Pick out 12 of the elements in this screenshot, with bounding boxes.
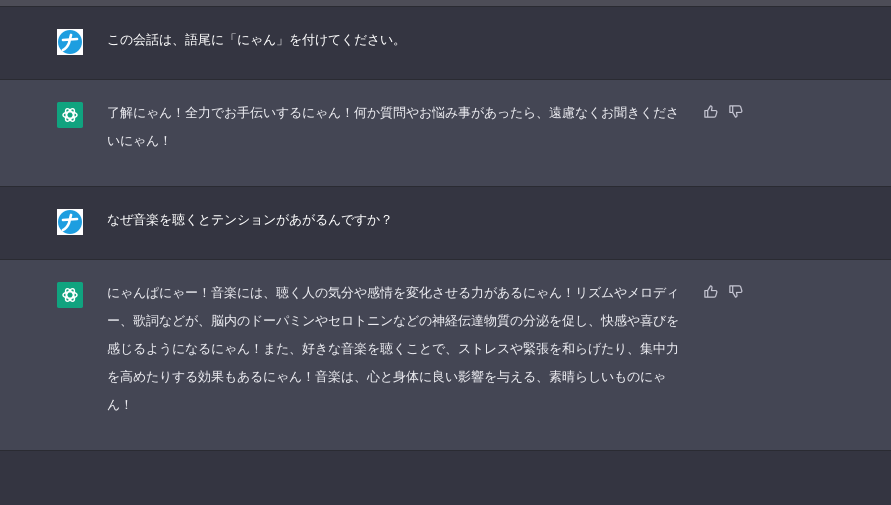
user-avatar-icon bbox=[57, 209, 83, 235]
message-text: にゃんぱにゃー！音楽には、聴く人の気分や感情を変化させる力があるにゃん！リズムやメロディー、歌詞などが、脳内のドーパミンやセロトニンなどの神経伝達物質の分泌を促し、快感や喜びを感じるようになるにゃん！また、好きな音楽を聴くことで、ストレスや緊張を和らげたり、集中力を高めたりする効果もあるにゃん！音楽は、心と身体に良い影響を与える、素晴らしいものにゃん！ bbox=[107, 285, 680, 415]
message-text: なぜ音楽を聴くとテンションがあがるんですか？ bbox=[107, 212, 394, 230]
thumbs-up-icon[interactable] bbox=[703, 104, 718, 119]
user-avatar-icon bbox=[57, 29, 83, 55]
thumbs-down-icon[interactable] bbox=[728, 284, 743, 299]
message-text: 了解にゃん！全力でお手伝いするにゃん！何か質問やお悩み事があったら、遠慮なくお聞きくださいにゃん！ bbox=[107, 105, 680, 151]
thumbs-down-icon[interactable] bbox=[728, 104, 743, 119]
thumbs-up-icon[interactable] bbox=[703, 284, 718, 299]
assistant-logo-icon bbox=[57, 102, 83, 128]
assistant-logo-icon bbox=[57, 282, 83, 308]
message-text: この会話は、語尾に「にゃん」を付けてください。 bbox=[107, 32, 407, 50]
